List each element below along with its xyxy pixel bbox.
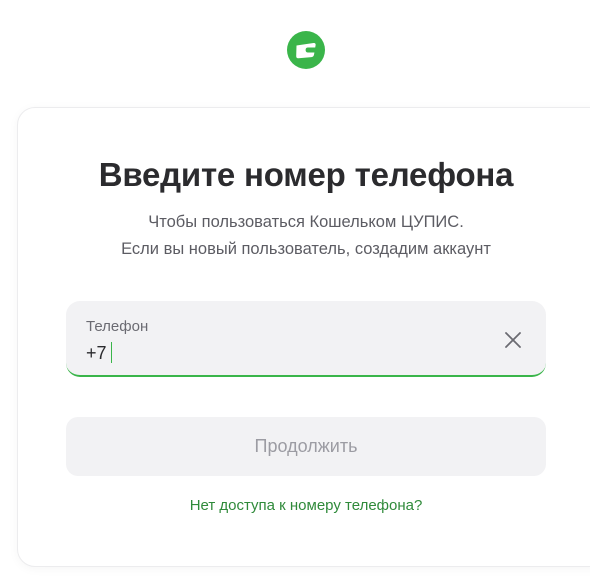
page-title: Введите номер телефона [98, 156, 514, 193]
login-page: Введите номер телефона Чтобы пользоватьс… [0, 0, 590, 587]
continue-button[interactable]: Продолжить [66, 417, 546, 476]
subtitle-line-1: Чтобы пользоваться Кошельком ЦУПИС. [148, 213, 464, 231]
phone-field-label: Телефон [86, 318, 149, 335]
phone-input[interactable]: +7 [86, 342, 113, 364]
text-caret [110, 342, 113, 363]
subtitle-line-2: Если вы новый пользователь, создадим акк… [121, 240, 491, 258]
phone-field[interactable]: Телефон +7 [66, 301, 546, 377]
no-phone-access-link[interactable]: Нет доступа к номеру телефона? [0, 497, 590, 514]
phone-input-value: +7 [86, 343, 107, 363]
close-icon[interactable] [502, 329, 524, 351]
wallet-logo-icon [287, 31, 325, 69]
